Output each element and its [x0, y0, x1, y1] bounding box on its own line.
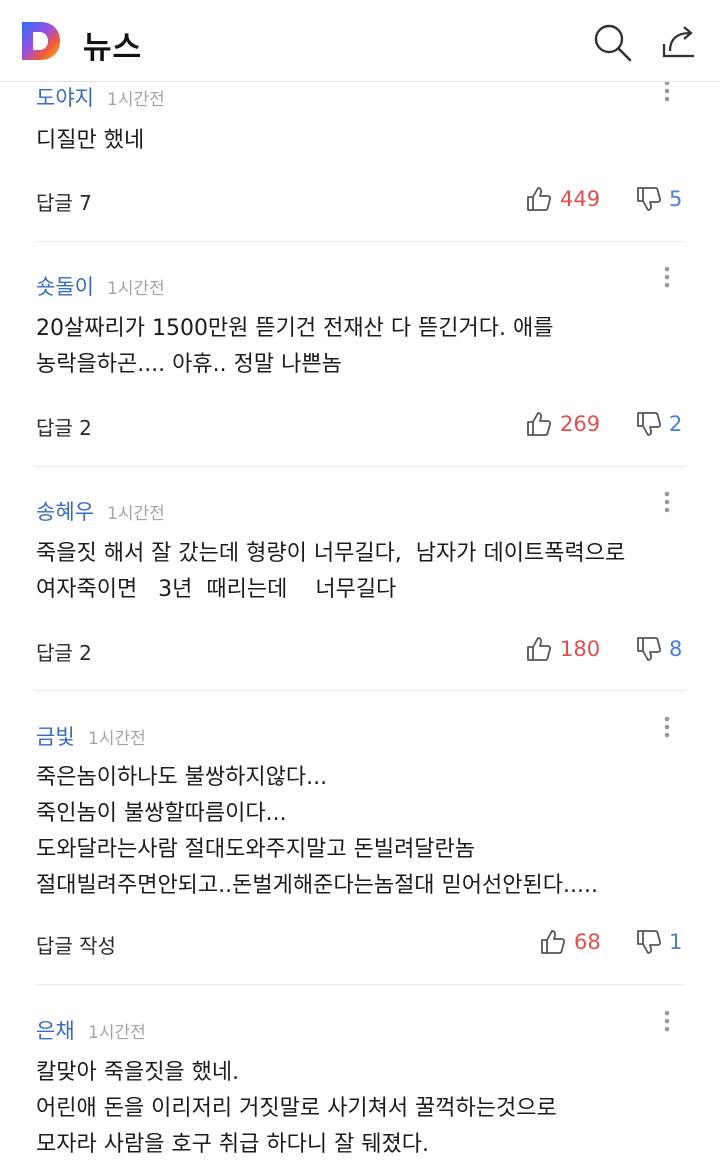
comment-text: 칼맞아 죽을짓을 했네. 어린애 돈을 이리저리 거짓말로 사기쳐서 꿀꺽하는것… [36, 1060, 557, 1157]
comment-author[interactable]: 도야지 [36, 82, 94, 112]
thumbs-down-icon [637, 187, 662, 211]
more-options-icon[interactable] [656, 80, 678, 110]
comment-text: 죽은놈이하나도 불쌍하지않다... 죽인놈이 불쌍할따름이다... 도와달라는사… [36, 765, 598, 898]
thumbs-down-icon [637, 637, 662, 661]
divider [35, 984, 685, 985]
dislike-count: 1 [669, 930, 683, 954]
comment-author[interactable]: 숏돌이 [36, 271, 94, 301]
comment-text: 디질만 했네 [36, 128, 145, 153]
more-options-icon[interactable] [656, 491, 678, 521]
reply-button[interactable]: 답글 2 [36, 412, 92, 441]
daum-logo[interactable] [20, 20, 62, 62]
comment-time: 1시간전 [107, 504, 165, 524]
divider [35, 690, 685, 691]
like-count: 269 [560, 412, 601, 436]
comment-time: 1시간전 [88, 729, 146, 749]
search-icon[interactable] [590, 20, 634, 64]
thumbs-down-icon [637, 412, 662, 436]
dislike-count: 5 [669, 187, 683, 211]
comment-time: 1시간전 [88, 1023, 146, 1043]
comment-text: 20살짜리가 1500만원 뜯기건 전재산 다 뜯긴거다. 애를 농락을하곤..… [36, 316, 554, 377]
comment-time: 1시간전 [107, 279, 165, 299]
more-options-icon[interactable] [656, 266, 678, 296]
reply-button[interactable]: 답글 7 [36, 187, 92, 216]
dislike-count: 2 [669, 412, 683, 436]
thumbs-up-icon [541, 930, 566, 954]
thumbs-up-icon [527, 412, 552, 436]
like-count: 68 [574, 930, 601, 954]
thumbs-down-icon [637, 930, 662, 954]
more-options-icon[interactable] [656, 716, 678, 746]
thumbs-up-icon [527, 637, 552, 661]
reply-button[interactable]: 답글 2 [36, 637, 92, 666]
comment-author[interactable]: 금빛 [36, 721, 75, 751]
app-header: 뉴스 [0, 0, 720, 82]
divider [35, 466, 685, 467]
thumbs-up-icon [527, 187, 552, 211]
divider [35, 241, 685, 242]
comment-author[interactable]: 송혜우 [36, 496, 94, 526]
like-count: 180 [560, 637, 601, 661]
reply-button[interactable]: 답글 작성 [36, 930, 116, 959]
comment-text: 죽을짓 해서 잘 갔는데 형량이 너무길다, 남자가 데이트폭력으로 여자죽이면… [36, 541, 626, 602]
comment-author[interactable]: 은채 [36, 1015, 75, 1045]
more-options-icon[interactable] [656, 1010, 678, 1040]
share-icon[interactable] [656, 18, 702, 64]
page-title: 뉴스 [83, 30, 143, 66]
like-count: 449 [560, 187, 601, 211]
dislike-count: 8 [669, 637, 683, 661]
comment-time: 1시간전 [107, 90, 165, 110]
